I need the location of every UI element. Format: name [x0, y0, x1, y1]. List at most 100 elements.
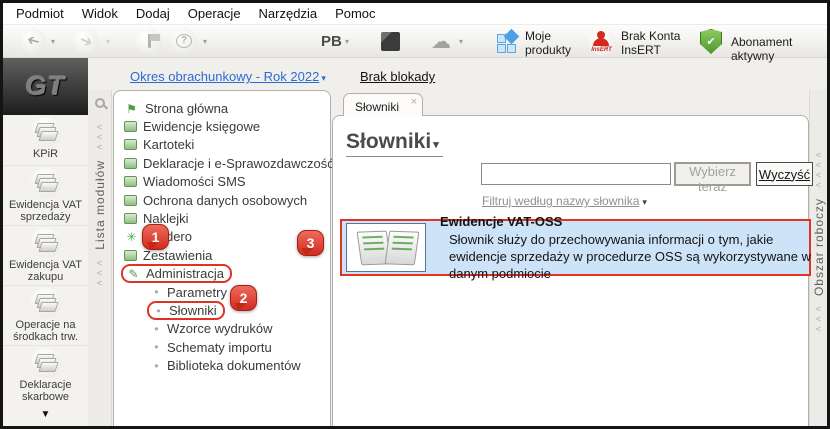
back-button[interactable]: ➔	[20, 28, 46, 54]
dictionary-book-icon	[346, 223, 426, 272]
moje-produkty-label[interactable]: Moje produkty	[525, 29, 583, 57]
modules-cube-icon[interactable]	[381, 32, 400, 51]
bullet-icon: •	[150, 322, 163, 336]
sidebar-item-kpir[interactable]: KPiR	[3, 115, 88, 166]
back-arrow-icon: ➔	[25, 31, 42, 52]
help-dropdown-icon[interactable]: ▾	[203, 37, 207, 46]
insert-badge-text: InsERT	[588, 47, 615, 53]
sms-icon	[124, 176, 137, 187]
help-icon: ?	[176, 34, 192, 48]
tree-item-deklaracje[interactable]: Deklaracje i e-Sprawozdawczość	[124, 154, 330, 172]
dictionary-search-input[interactable]	[481, 163, 671, 185]
cloud-icon[interactable]: ☁	[431, 29, 451, 54]
gt-logo-block: GT	[3, 58, 88, 115]
workspace-panel: Słowniki▾ Wybierz teraz Wyczyść Filtruj …	[332, 115, 809, 426]
flag-icon	[148, 34, 151, 48]
back-dropdown-icon[interactable]: ▾	[51, 37, 55, 46]
ledger-icon	[124, 121, 137, 132]
clear-button[interactable]: Wyczyść	[756, 162, 813, 186]
sidebar-item-vat-sprzedazy[interactable]: Ewidencja VAT sprzedaży	[3, 166, 88, 226]
modules-strip: < < < Lista modułów < < <	[88, 90, 112, 426]
labels-icon	[124, 213, 137, 224]
chevron-down-icon: ▾	[321, 73, 326, 84]
tree-item-ochrona-danych[interactable]: Ochrona danych osobowych	[124, 191, 330, 209]
close-icon[interactable]: ×	[411, 96, 417, 108]
bullet-icon: •	[150, 359, 163, 373]
choose-now-button[interactable]: Wybierz teraz	[674, 162, 751, 186]
moje-produkty-icon[interactable]	[497, 31, 518, 52]
vendero-icon: ✳	[124, 231, 139, 242]
fixed-assets-icon	[30, 288, 62, 318]
tree-item-biblioteka-dokumentow[interactable]: •Biblioteka dokumentów	[150, 356, 330, 374]
sidebar-more-icon[interactable]: ▼	[3, 409, 88, 420]
vat-sales-icon	[30, 168, 62, 198]
page-title[interactable]: Słowniki▾	[346, 130, 443, 157]
collapse-chevron-icon[interactable]: <	[97, 142, 102, 152]
collapse-chevron-icon[interactable]: <	[816, 324, 821, 334]
menu-narzedzia[interactable]: Narzędzia	[250, 6, 327, 21]
menu-widok[interactable]: Widok	[73, 6, 127, 21]
user-initials-button[interactable]: PB	[321, 33, 342, 50]
menu-operacje[interactable]: Operacje	[179, 6, 250, 21]
collapse-chevron-icon[interactable]: <	[816, 150, 821, 160]
tree-item-administracja[interactable]: ✎ Administracja	[124, 265, 330, 283]
cloud-dropdown-icon[interactable]: ▾	[459, 37, 463, 46]
collapse-chevron-icon[interactable]: <	[816, 160, 821, 170]
tree-item-strona-glowna[interactable]: ⚑Strona główna	[124, 99, 330, 117]
insert-account-icon[interactable]: InsERT	[588, 28, 615, 55]
menu-podmiot[interactable]: Podmiot	[7, 6, 73, 21]
documents-icon	[124, 158, 137, 169]
collapse-chevron-icon[interactable]: <	[97, 258, 102, 268]
insert-account-label[interactable]: Brak Konta InsERT	[621, 29, 691, 57]
collapse-chevron-icon[interactable]: <	[97, 122, 102, 132]
reports-icon	[124, 250, 137, 261]
dictionary-item-vat-oss[interactable]: Ewidencje VAT-OSS Słownik służy do przec…	[340, 219, 811, 276]
sidebar-item-vat-zakupu[interactable]: Ewidencja VAT zakupu	[3, 226, 88, 286]
filter-by-name-link[interactable]: Filtruj według nazwy słownika▾	[482, 194, 647, 208]
annotation-outline-slowniki: • Słowniki	[147, 301, 225, 320]
module-sidebar: KPiR Ewidencja VAT sprzedaży Ewidencja V…	[3, 115, 88, 426]
forward-dropdown-icon[interactable]: ▾	[106, 37, 110, 46]
tab-slowniki[interactable]: Słowniki ×	[343, 93, 423, 116]
shield-icon	[124, 195, 137, 206]
bullet-icon: •	[150, 285, 163, 299]
app-inner: Podmiot Widok Dodaj Operacje Narzędzia P…	[3, 3, 827, 426]
collapse-chevron-icon[interactable]: <	[816, 170, 821, 180]
home-flag-icon: ⚑	[124, 103, 139, 114]
tree-item-ewidencje-ksiegowe[interactable]: Ewidencje księgowe	[124, 117, 330, 135]
period-bar: Okres obrachunkowy - Rok 2022▾ Brak blok…	[113, 66, 813, 90]
tree-item-wzorce-wydrukow[interactable]: •Wzorce wydruków	[150, 320, 330, 338]
admin-pencil-icon: ✎	[126, 268, 141, 279]
sidebar-item-srodki-trwale[interactable]: Operacje na środkach trw.	[3, 286, 88, 346]
flag-button[interactable]	[136, 28, 162, 54]
menu-pomoc[interactable]: Pomoc	[326, 6, 384, 21]
tree-item-schematy-importu[interactable]: •Schematy importu	[150, 338, 330, 356]
collapse-chevron-icon[interactable]: <	[97, 132, 102, 142]
subscription-label[interactable]: Abonament aktywny	[731, 35, 827, 63]
collapse-chevron-icon[interactable]: <	[97, 278, 102, 288]
collapse-chevron-icon[interactable]: <	[816, 304, 821, 314]
tree-item-wiadomosci-sms[interactable]: Wiadomości SMS	[124, 173, 330, 191]
dictionary-item-title: Ewidencje VAT-OSS	[440, 213, 820, 230]
dictionary-item-description: Słownik służy do przechowywania informac…	[440, 231, 820, 282]
subscription-shield-icon[interactable]: ✔	[700, 29, 722, 54]
user-dropdown-icon[interactable]: ▾	[345, 37, 349, 46]
card-index-icon	[124, 139, 137, 150]
check-icon: ✔	[706, 35, 715, 48]
pin-panel-icon[interactable]	[95, 98, 105, 108]
chevron-down-icon: ▾	[642, 197, 647, 208]
collapse-chevron-icon[interactable]: <	[816, 314, 821, 324]
tree-item-kartoteki[interactable]: Kartoteki	[124, 136, 330, 154]
forward-button[interactable]: ➔	[73, 28, 99, 54]
menu-dodaj[interactable]: Dodaj	[127, 6, 179, 21]
kpir-icon	[30, 117, 62, 147]
accounting-period-link[interactable]: Okres obrachunkowy - Rok 2022▾	[130, 69, 326, 84]
collapse-chevron-icon[interactable]: <	[816, 180, 821, 190]
sidebar-item-deklaracje[interactable]: Deklaracje skarbowe	[3, 346, 88, 406]
annotation-outline-administracja: ✎ Administracja	[121, 264, 232, 283]
help-button[interactable]: ?	[171, 28, 197, 54]
forward-arrow-icon: ➔	[76, 30, 95, 52]
tax-declarations-icon	[30, 348, 62, 378]
lock-status-link[interactable]: Brak blokady	[360, 69, 435, 84]
collapse-chevron-icon[interactable]: <	[97, 268, 102, 278]
